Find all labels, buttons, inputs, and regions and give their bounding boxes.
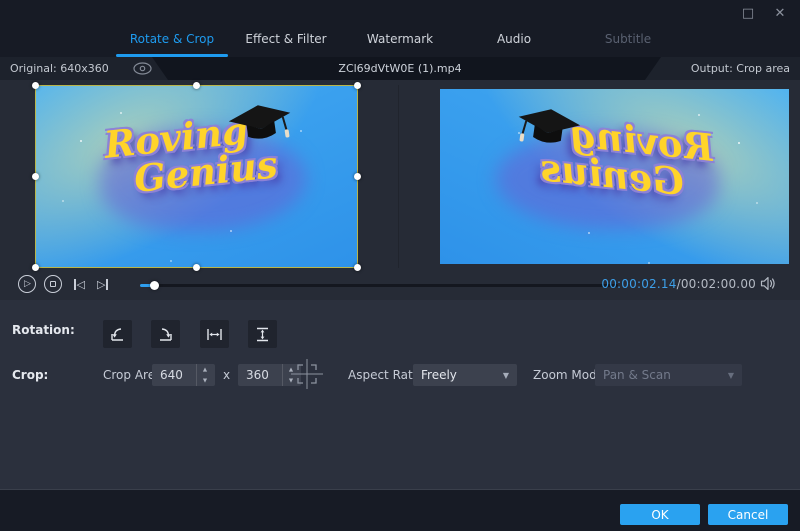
tab-subtitle[interactable]: Subtitle xyxy=(571,20,685,57)
tab-audio[interactable]: Audio xyxy=(457,20,571,57)
control-panel: Rotation: Crop: Crop Area: 640 ▲ ▼ x 360… xyxy=(0,300,800,489)
spin-up-icon[interactable]: ▲ xyxy=(197,364,213,375)
rotate-left-icon xyxy=(111,327,123,341)
play-button[interactable]: ▷ xyxy=(18,275,36,293)
aspect-ratio-value: Freely xyxy=(421,368,457,382)
crop-handle-bottom-left[interactable] xyxy=(32,264,39,271)
crop-selection-frame[interactable] xyxy=(32,82,361,271)
crop-handle-bottom-middle[interactable] xyxy=(192,264,200,271)
prev-frame-bar-icon xyxy=(74,278,76,290)
cancel-button[interactable]: Cancel xyxy=(708,504,788,525)
chevron-down-icon: ▼ xyxy=(502,370,509,380)
aspect-ratio-dropdown[interactable]: Freely ▼ xyxy=(413,364,517,386)
rotate-crop-window: □ ✕ Rotate & Crop Effect & Filter Waterm… xyxy=(0,0,800,531)
tab-rotate-crop[interactable]: Rotate & Crop xyxy=(115,20,229,57)
video-preview-output: Roving Genius xyxy=(440,89,789,264)
sparkles xyxy=(738,141,741,144)
flip-vertical-icon xyxy=(257,327,268,341)
rotate-right-icon xyxy=(160,327,172,341)
tab-effect-filter[interactable]: Effect & Filter xyxy=(229,20,343,57)
crop-handle-bottom-right[interactable] xyxy=(354,264,361,271)
preview-eye-icon[interactable] xyxy=(133,62,152,78)
prev-frame-icon: ◁ xyxy=(76,277,85,291)
volume-icon[interactable] xyxy=(760,276,777,294)
footer-bar: OK Cancel xyxy=(0,489,800,531)
rotate-left-button[interactable] xyxy=(103,320,132,348)
chevron-down-icon: ▼ xyxy=(727,370,734,380)
next-frame-icon: ▷ xyxy=(97,277,106,291)
crop-height-input[interactable] xyxy=(238,364,282,386)
original-size-label: Original: 640x360 xyxy=(10,62,109,75)
graduation-cap-graphic xyxy=(510,102,586,160)
crop-label: Crop: xyxy=(12,368,49,382)
ok-button[interactable]: OK xyxy=(620,504,700,525)
output-mode-tab: Output: Crop area xyxy=(645,57,800,80)
next-frame-button[interactable]: ▷ xyxy=(97,277,108,291)
previous-frame-button[interactable]: ◁ xyxy=(74,277,85,291)
timeline-track[interactable] xyxy=(140,284,618,287)
crop-width-field: ▲ ▼ xyxy=(152,364,215,386)
zoom-mode-dropdown[interactable]: Pan & Scan ▼ xyxy=(595,364,742,386)
crop-handle-top-middle[interactable] xyxy=(192,82,200,89)
rotate-right-button[interactable] xyxy=(151,320,180,348)
crop-times-label: x xyxy=(223,368,231,382)
zoom-mode-value: Pan & Scan xyxy=(603,368,671,382)
time-display: 00:00:02.14/00:02:00.00 xyxy=(601,277,756,291)
flip-vertical-button[interactable] xyxy=(248,320,277,348)
spin-down-icon[interactable]: ▼ xyxy=(197,375,213,386)
stop-icon xyxy=(50,281,56,287)
crop-handle-middle-left[interactable] xyxy=(32,172,39,180)
maximize-icon[interactable]: □ xyxy=(740,6,756,21)
crop-handle-middle-right[interactable] xyxy=(354,172,361,180)
rotation-label: Rotation: xyxy=(12,323,75,337)
output-mode-label: Output: Crop area xyxy=(690,62,790,75)
title-bar: □ ✕ Rotate & Crop Effect & Filter Waterm… xyxy=(0,0,800,57)
crop-width-input[interactable] xyxy=(152,364,196,386)
crop-position-icon[interactable] xyxy=(291,359,323,392)
current-time: 00:00:02.14 xyxy=(601,277,677,291)
stop-button[interactable] xyxy=(44,275,62,293)
video-preview-original: Roving Genius xyxy=(32,82,361,271)
flip-horizontal-icon xyxy=(207,328,222,340)
preview-divider xyxy=(398,85,399,268)
crop-handle-top-right[interactable] xyxy=(354,82,361,89)
close-icon[interactable]: ✕ xyxy=(772,6,788,21)
play-icon: ▷ xyxy=(24,279,31,289)
total-time: 00:02:00.00 xyxy=(680,277,756,291)
timeline-thumb[interactable] xyxy=(150,281,159,290)
timeline-slider[interactable] xyxy=(140,281,618,290)
video-frame-output-mirrored: Roving Genius xyxy=(440,89,789,264)
tab-bar: Rotate & Crop Effect & Filter Watermark … xyxy=(115,20,685,57)
tab-watermark[interactable]: Watermark xyxy=(343,20,457,57)
flip-horizontal-button[interactable] xyxy=(200,320,229,348)
crop-width-spinner: ▲ ▼ xyxy=(196,364,213,386)
file-info-strip: Original: 640x360 ZCl69dVtW0E (1).mp4 Ou… xyxy=(0,57,800,80)
crop-handle-top-left[interactable] xyxy=(32,82,39,89)
next-frame-bar-icon xyxy=(106,278,108,290)
